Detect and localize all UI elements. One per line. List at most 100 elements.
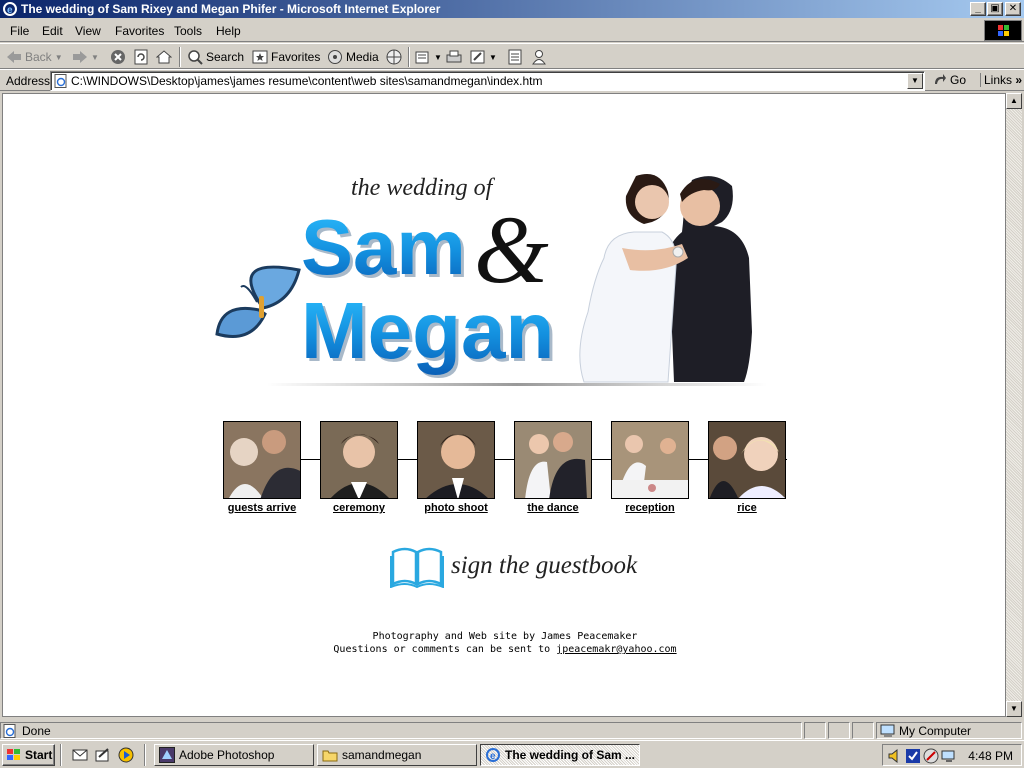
address-input[interactable]: C:\WINDOWS\Desktop\james\james resume\co…: [50, 71, 925, 91]
chevron-right-icon: »: [1015, 73, 1023, 87]
link-photo-shoot[interactable]: photo shoot: [406, 502, 506, 514]
task-samandmegan-folder[interactable]: samandmegan: [317, 744, 477, 766]
thumb-reception[interactable]: [611, 421, 689, 499]
logo-name-sam: Sam: [301, 203, 466, 291]
guestbook-link[interactable]: sign the guestbook: [389, 544, 637, 590]
mail-dropdown-icon[interactable]: ▼: [434, 53, 442, 62]
mail-button[interactable]: ▼: [415, 48, 442, 66]
search-button[interactable]: Search: [187, 48, 244, 66]
scroll-up-icon[interactable]: ▲: [1006, 93, 1022, 109]
thumb-rice[interactable]: [708, 421, 786, 499]
link-ceremony[interactable]: ceremony: [309, 502, 409, 514]
link-guests-arrive[interactable]: guests arrive: [212, 502, 312, 514]
address-url: C:\WINDOWS\Desktop\james\james resume\co…: [71, 74, 543, 88]
display-tray-icon[interactable]: [941, 748, 957, 764]
menu-help[interactable]: Help: [216, 24, 241, 38]
stop-icon: [111, 50, 125, 64]
task-wedding-ie[interactable]: e The wedding of Sam ...: [480, 744, 640, 766]
clock: 4:48 PM: [968, 749, 1013, 763]
forward-button[interactable]: ▼: [72, 48, 99, 66]
edit-button[interactable]: ▼: [470, 48, 497, 66]
thumb-the-dance[interactable]: [514, 421, 592, 499]
link-rice[interactable]: rice: [697, 502, 797, 514]
page-content: the wedding of Sam Sam & Megan Megan gue…: [2, 93, 1006, 717]
back-button[interactable]: Back ▼: [6, 48, 63, 66]
discuss-button[interactable]: [507, 48, 523, 66]
volume-icon[interactable]: [887, 748, 903, 764]
print-button[interactable]: [446, 48, 462, 66]
start-label: Start: [25, 748, 53, 762]
refresh-icon: [134, 49, 148, 65]
go-button[interactable]: Go: [933, 73, 966, 87]
status-bar: Done My Computer: [0, 720, 1024, 740]
task-label: The wedding of Sam ...: [505, 748, 636, 762]
task-label: Adobe Photoshop: [179, 748, 275, 762]
standard-toolbar: Back ▼ ▼ Search Favorites Media ▼ ▼: [0, 43, 1024, 69]
refresh-button[interactable]: [133, 48, 149, 66]
ie-icon: e: [3, 2, 17, 16]
contact-line: Questions or comments can be sent to jpe…: [3, 643, 1005, 656]
history-button[interactable]: [386, 48, 402, 66]
media-label: Media: [346, 50, 379, 64]
menu-edit[interactable]: Edit: [42, 24, 63, 38]
task-label: samandmegan: [342, 748, 422, 762]
thumb-guests-arrive[interactable]: [223, 421, 301, 499]
favorites-button[interactable]: Favorites: [252, 48, 320, 66]
edit-page-icon: [470, 50, 485, 64]
network-tray-icon[interactable]: [923, 748, 939, 764]
system-tray: 4:48 PM: [882, 744, 1022, 766]
photoshop-icon: [159, 747, 175, 763]
couple-photo: [579, 174, 752, 383]
thumb-photo-shoot[interactable]: [417, 421, 495, 499]
link-the-dance[interactable]: the dance: [503, 502, 603, 514]
back-dropdown-icon[interactable]: ▼: [55, 53, 63, 62]
favorites-star-icon: [252, 50, 268, 64]
security-tray-icon[interactable]: [905, 748, 921, 764]
forward-dropdown-icon[interactable]: ▼: [91, 53, 99, 62]
outlook-express-icon[interactable]: [72, 748, 88, 762]
task-adobe-photoshop[interactable]: Adobe Photoshop: [154, 744, 314, 766]
status-panel: [804, 722, 826, 739]
messenger-button[interactable]: [531, 48, 547, 66]
address-dropdown-icon[interactable]: ▼: [907, 73, 923, 89]
maximize-button[interactable]: ▣: [987, 2, 1003, 16]
media-button[interactable]: Media: [327, 48, 379, 66]
credit-line: Photography and Web site by James Peacem…: [372, 631, 638, 642]
home-icon: [156, 50, 172, 64]
start-button[interactable]: Start: [2, 744, 55, 766]
taskbar-separator: [144, 744, 146, 766]
edit-dropdown-icon[interactable]: ▼: [489, 53, 497, 62]
menu-favorites[interactable]: Favorites: [115, 24, 164, 38]
menu-file[interactable]: File: [10, 24, 29, 38]
scroll-down-icon[interactable]: ▼: [1006, 701, 1022, 717]
wedding-logo: the wedding of Sam Sam & Megan Megan: [209, 162, 769, 398]
menu-view[interactable]: View: [75, 24, 101, 38]
links-button[interactable]: Links »: [980, 73, 1022, 87]
search-icon: [188, 50, 203, 65]
page-done-icon: [3, 724, 16, 738]
minimize-button[interactable]: _: [970, 2, 986, 16]
thumb-connector-line: [223, 459, 787, 460]
windows-flag-icon: [984, 20, 1022, 41]
title-bar: e The wedding of Sam Rixey and Megan Phi…: [0, 0, 1024, 18]
footer-credits: Photography and Web site by James Peacem…: [3, 630, 1005, 656]
show-desktop-icon[interactable]: [95, 747, 111, 763]
scroll-track[interactable]: [1006, 109, 1022, 701]
close-button[interactable]: ✕: [1005, 2, 1021, 16]
svg-text:e: e: [490, 751, 496, 762]
home-button[interactable]: [156, 48, 172, 66]
go-label: Go: [950, 73, 967, 87]
media-player-icon[interactable]: [118, 747, 134, 763]
contact-email-link[interactable]: jpeacemakr@yahoo.com: [556, 644, 676, 655]
go-arrow-icon: [935, 74, 946, 84]
stop-button[interactable]: [110, 48, 126, 66]
open-book-icon: [390, 547, 444, 589]
history-globe-icon: [386, 49, 402, 65]
thumb-ceremony[interactable]: [320, 421, 398, 499]
link-reception[interactable]: reception: [600, 502, 700, 514]
mail-icon: [415, 51, 429, 64]
menu-tools[interactable]: Tools: [174, 24, 202, 38]
links-label: Links: [984, 73, 1013, 87]
vertical-scrollbar[interactable]: ▲ ▼: [1006, 93, 1022, 717]
butterfly-icon: [215, 265, 301, 338]
